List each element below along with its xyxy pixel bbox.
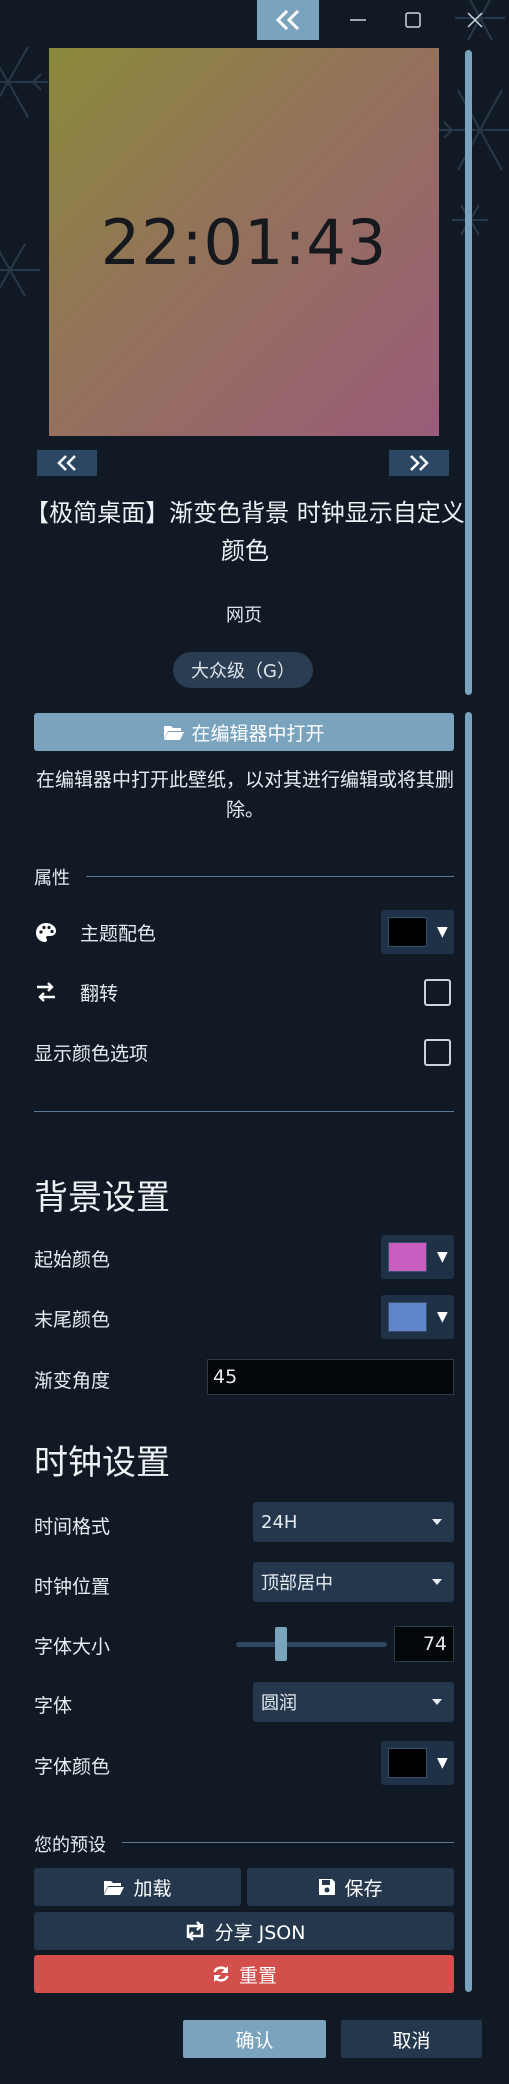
clock-position-value: 顶部居中	[261, 1573, 333, 1594]
font-size-slider-track[interactable]	[236, 1642, 387, 1647]
dropdown-arrow-icon: ▼	[437, 1309, 448, 1325]
wallpaper-preview: 22:01:43	[49, 48, 439, 436]
wallpaper-title: 【极简桌面】渐变色背景 时钟显示自定义颜色	[25, 499, 465, 565]
clock-position-label: 时钟位置	[34, 1576, 111, 1598]
palette-icon	[34, 921, 58, 949]
load-label: 加载	[133, 1877, 172, 1900]
previous-wallpaper-button[interactable]	[37, 450, 97, 476]
font-value: 圆润	[261, 1693, 297, 1714]
theme-color-picker[interactable]: ▼	[381, 910, 454, 954]
font-size-slider-thumb[interactable]	[274, 1627, 287, 1661]
close-button[interactable]	[450, 0, 500, 40]
content-rating-badge: 大众级（G）	[173, 652, 313, 688]
end-color-swatch	[388, 1302, 427, 1332]
cancel-button[interactable]: 取消	[341, 2020, 482, 2058]
reset-button[interactable]: 重置	[34, 1955, 454, 1993]
flip-label: 翻转	[80, 983, 119, 1005]
clock-position-select[interactable]: 顶部居中	[253, 1562, 454, 1602]
reset-label: 重置	[238, 1964, 277, 1987]
minimize-button[interactable]	[333, 0, 383, 40]
save-preset-button[interactable]: 保存	[247, 1868, 454, 1906]
clock-settings-heading: 时钟设置	[34, 1443, 170, 1483]
dropdown-arrow-icon: ▼	[437, 924, 448, 940]
end-color-picker[interactable]: ▼	[381, 1295, 454, 1339]
gradient-angle-input[interactable]: 45	[207, 1359, 454, 1395]
retweet-icon	[186, 1921, 203, 1941]
font-size-label: 字体大小	[34, 1636, 111, 1658]
share-json-label: 分享 JSON	[214, 1921, 306, 1944]
swap-icon	[34, 980, 58, 1008]
open-in-editor-description: 在编辑器中打开此壁纸，以对其进行编辑或将其删除。	[35, 769, 454, 821]
folder-open-icon	[164, 726, 185, 740]
double-chevron-left-icon	[275, 9, 300, 31]
time-format-label: 时间格式	[34, 1516, 111, 1538]
save-label: 保存	[344, 1877, 383, 1900]
section-divider	[122, 1842, 454, 1843]
double-chevron-left-icon	[57, 455, 76, 471]
dropdown-arrow-icon: ▼	[437, 1755, 448, 1771]
maximize-icon	[405, 12, 421, 28]
time-format-select[interactable]: 24H	[253, 1502, 454, 1542]
confirm-button[interactable]: 确认	[183, 2020, 326, 2058]
collapse-panel-button[interactable]	[257, 0, 319, 40]
wallpaper-type: 网页	[226, 605, 262, 626]
start-color-swatch	[388, 1242, 427, 1272]
theme-color-swatch	[388, 917, 427, 947]
theme-color-label: 主题配色	[80, 923, 157, 945]
font-select[interactable]: 圆润	[253, 1682, 454, 1722]
dropdown-arrow-icon: ▼	[437, 1249, 448, 1265]
caret-down-icon	[432, 1519, 442, 1525]
start-color-picker[interactable]: ▼	[381, 1235, 454, 1279]
properties-scrollbar[interactable]	[465, 712, 472, 1992]
open-in-editor-label: 在编辑器中打开	[191, 722, 325, 745]
end-color-label: 末尾颜色	[34, 1309, 111, 1331]
double-chevron-right-icon	[410, 455, 429, 471]
show-color-options-label: 显示颜色选项	[34, 1043, 149, 1065]
folder-open-icon	[104, 1881, 125, 1895]
time-format-value: 24H	[261, 1511, 298, 1533]
start-color-label: 起始颜色	[34, 1249, 111, 1271]
properties-section-label: 属性	[34, 868, 70, 889]
minimize-icon	[350, 19, 366, 21]
caret-down-icon	[432, 1579, 442, 1585]
presets-section-label: 您的预设	[34, 1835, 106, 1856]
gradient-angle-label: 渐变角度	[34, 1370, 111, 1392]
font-color-picker[interactable]: ▼	[381, 1741, 454, 1785]
font-color-swatch	[388, 1748, 427, 1778]
share-json-button[interactable]: 分享 JSON	[34, 1912, 454, 1950]
preview-scrollbar[interactable]	[465, 50, 472, 695]
refresh-icon	[213, 1966, 229, 1982]
section-divider	[86, 876, 454, 877]
close-icon	[467, 12, 483, 28]
font-size-input[interactable]: 74	[394, 1626, 454, 1662]
maximize-button[interactable]	[388, 0, 438, 40]
save-icon	[319, 1879, 336, 1895]
font-color-label: 字体颜色	[34, 1756, 111, 1778]
font-label: 字体	[34, 1695, 73, 1717]
flip-checkbox[interactable]	[424, 979, 451, 1006]
background-settings-heading: 背景设置	[34, 1178, 170, 1218]
load-preset-button[interactable]: 加载	[34, 1868, 241, 1906]
caret-down-icon	[432, 1699, 442, 1705]
show-color-options-checkbox[interactable]	[424, 1039, 451, 1066]
preview-clock: 22:01:43	[100, 205, 388, 279]
section-divider	[34, 1111, 454, 1112]
next-wallpaper-button[interactable]	[389, 450, 449, 476]
open-in-editor-button[interactable]: 在编辑器中打开	[34, 713, 454, 751]
